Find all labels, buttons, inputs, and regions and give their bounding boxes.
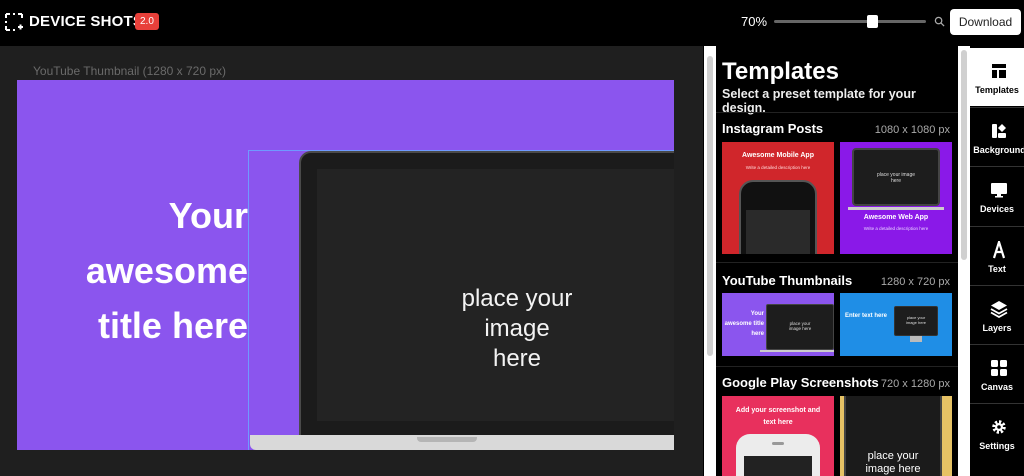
version-badge: 2.0 <box>135 13 159 30</box>
zoom-icon <box>934 16 945 27</box>
logo-icon <box>5 13 23 31</box>
template-thumb-instagram-mobile[interactable]: Awesome Mobile App Write a detailed desc… <box>722 142 834 254</box>
monitor-stand <box>910 336 922 342</box>
zoom-slider[interactable] <box>774 20 926 23</box>
top-bar: DEVICE SHOTS 2.0 70% Download <box>0 0 1024 46</box>
section-title-youtube: YouTube Thumbnails <box>722 273 853 288</box>
thumb-title: Add your screenshot and text here <box>735 407 821 426</box>
design-canvas[interactable]: Your awesome title here place your image… <box>17 80 674 450</box>
divider <box>716 112 958 113</box>
nav-backgrounds[interactable]: Backgrounds <box>970 108 1024 166</box>
section-title-googleplay: Google Play Screenshots <box>722 375 879 390</box>
text-icon <box>992 241 1006 259</box>
phone-speaker <box>772 442 784 445</box>
template-thumb-youtube-purple[interactable]: Your awesome title here place your image… <box>722 293 834 356</box>
laptop-base <box>848 207 944 210</box>
thumb-title: Your awesome title here <box>724 311 764 337</box>
nav-label: Canvas <box>980 382 1014 392</box>
thumb-placeholder: place your image here <box>876 172 916 184</box>
canvas-title: YouTube Thumbnail (1280 x 720 px) <box>33 64 227 78</box>
canvas-icon <box>991 360 1007 376</box>
canvas-scrollbar-thumb[interactable] <box>707 56 713 356</box>
section-size-googleplay: 720 x 1280 px <box>880 378 950 390</box>
template-thumb-youtube-blue[interactable]: Enter text here place your image here <box>840 293 952 356</box>
thumb-desc: Write a detailed description here <box>745 165 811 170</box>
devices-icon <box>991 183 1007 198</box>
nav-layers[interactable]: Layers <box>970 286 1024 344</box>
nav-label: Settings <box>979 441 1015 451</box>
templates-icon <box>992 64 1006 78</box>
laptop-base <box>760 350 834 352</box>
thumb-desc: Write a detailed description here <box>863 226 929 231</box>
thumb-title: Enter text here <box>844 313 887 319</box>
phone-screen <box>746 210 810 254</box>
nav-label: Devices <box>979 204 1015 214</box>
headline-line: awesome <box>85 250 248 291</box>
template-thumb-googleplay-yellow[interactable]: place your image here <box>840 396 952 476</box>
nav-devices[interactable]: Devices <box>970 167 1024 225</box>
nav-label: Templates <box>975 85 1019 95</box>
panel-subtitle: Select a preset template for your design… <box>722 87 916 115</box>
templates-panel: Templates Select a preset template for y… <box>716 46 958 476</box>
zoom-slider-handle[interactable] <box>867 15 878 28</box>
thumb-placeholder: place your image here <box>788 321 812 331</box>
nav-label: Backgrounds <box>973 145 1024 155</box>
templates-scrollbar-thumb[interactable] <box>961 50 967 260</box>
zoom-level: 70% <box>741 14 768 29</box>
canvas-area: YouTube Thumbnail (1280 x 720 px) Your a… <box>0 46 703 476</box>
phone-device <box>736 434 820 476</box>
nav-label: Layers <box>982 323 1012 333</box>
right-nav: Templates Backgrounds Devices Text Layer… <box>970 46 1024 476</box>
panel-title: Templates <box>722 58 839 85</box>
divider <box>716 262 958 263</box>
laptop-device: place your image here <box>766 304 834 350</box>
template-thumb-googleplay-pink[interactable]: Add your screenshot and text here <box>722 396 834 476</box>
selection-box[interactable] <box>248 150 674 450</box>
section-size-youtube: 1280 x 720 px <box>880 276 950 288</box>
nav-text[interactable]: Text <box>970 227 1024 285</box>
laptop-device: place your image here <box>894 306 938 336</box>
nav-label: Text <box>988 264 1006 274</box>
nav-settings[interactable]: Settings <box>970 404 1024 462</box>
thumb-placeholder: place your image here <box>905 315 926 325</box>
download-button[interactable]: Download <box>950 9 1021 35</box>
template-thumb-instagram-web[interactable]: place your image here Awesome Web App Wr… <box>840 142 952 254</box>
app-name: DEVICE SHOTS <box>29 13 144 30</box>
divider <box>716 366 958 367</box>
headline-text[interactable]: Your awesome title here <box>86 188 248 353</box>
backgrounds-icon <box>992 124 1006 138</box>
nav-templates[interactable]: Templates <box>970 48 1024 106</box>
phone-screen <box>744 456 812 476</box>
phone-device <box>739 180 817 254</box>
headline-line: title here <box>97 305 248 346</box>
nav-canvas[interactable]: Canvas <box>970 345 1024 403</box>
thumb-title: Awesome Web App <box>863 214 929 221</box>
laptop-device: place your image here <box>852 148 940 206</box>
layers-icon <box>990 301 1008 318</box>
thumb-title: Awesome Mobile App <box>742 152 814 159</box>
phone-device: place your image here <box>844 396 942 476</box>
headline-line: Your <box>168 195 248 236</box>
section-size-instagram: 1080 x 1080 px <box>874 124 950 136</box>
thumb-placeholder: place your image here <box>865 450 921 475</box>
section-title-instagram: Instagram Posts <box>722 121 824 136</box>
settings-icon <box>992 420 1006 434</box>
